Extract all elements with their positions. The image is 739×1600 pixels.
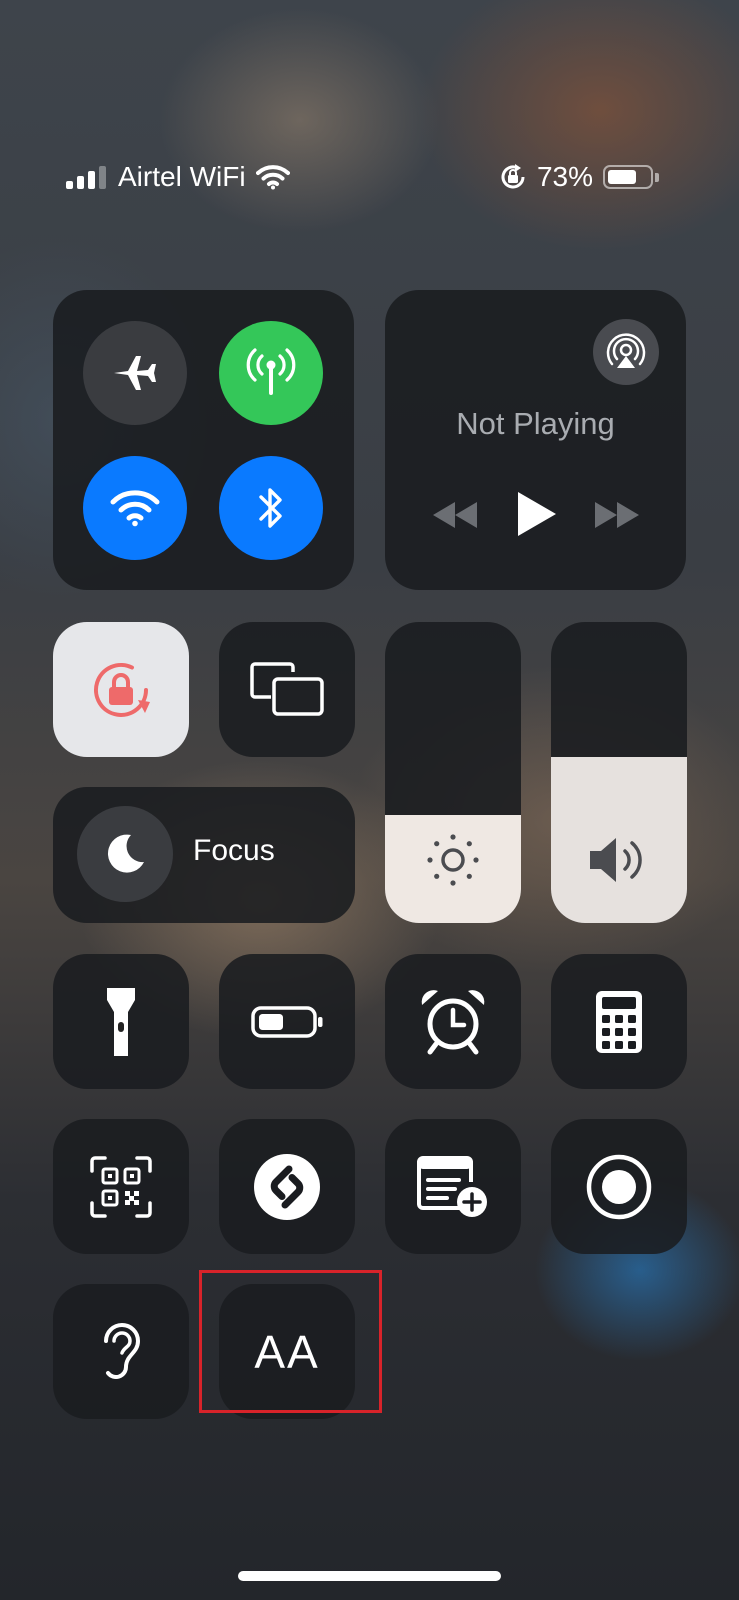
airplane-icon bbox=[114, 356, 156, 390]
calculator-icon bbox=[596, 990, 642, 1053]
volume-slider[interactable] bbox=[551, 622, 687, 923]
screen-mirroring-icon bbox=[250, 661, 324, 716]
wifi-icon bbox=[255, 165, 290, 190]
cellular-signal-icon bbox=[66, 165, 106, 189]
moon-icon bbox=[107, 834, 144, 873]
low-power-mode-icon bbox=[251, 1005, 323, 1038]
flashlight-icon bbox=[107, 987, 135, 1056]
status-bar-left: Airtel WiFi bbox=[66, 155, 290, 199]
brightness-slider[interactable] bbox=[385, 622, 521, 923]
brightness-icon bbox=[427, 834, 479, 886]
cellular-data-button[interactable] bbox=[219, 321, 323, 425]
bluetooth-button[interactable] bbox=[219, 456, 323, 560]
home-indicator[interactable] bbox=[238, 1571, 501, 1581]
shazam-icon bbox=[254, 1153, 320, 1220]
rotation-lock-icon bbox=[501, 164, 525, 189]
screen-recording-icon bbox=[586, 1154, 652, 1219]
flashlight-button[interactable] bbox=[53, 954, 189, 1089]
airplay-button[interactable] bbox=[593, 319, 659, 385]
bluetooth-icon bbox=[259, 488, 282, 528]
hearing-button[interactable] bbox=[53, 1284, 189, 1419]
status-bar-right: 73% bbox=[499, 155, 659, 199]
rewind-icon[interactable] bbox=[431, 500, 479, 530]
airplane-mode-button[interactable] bbox=[83, 321, 187, 425]
qr-code-scanner-icon bbox=[90, 1155, 152, 1218]
battery-icon bbox=[603, 165, 659, 189]
qr-code-scanner-button[interactable] bbox=[53, 1119, 189, 1254]
highlight-box bbox=[199, 1270, 382, 1413]
carrier-name: Airtel WiFi bbox=[118, 161, 246, 192]
play-icon[interactable] bbox=[514, 490, 558, 538]
airplay-icon bbox=[606, 333, 646, 368]
low-power-mode-button[interactable] bbox=[219, 954, 355, 1089]
screen-mirroring-button[interactable] bbox=[219, 622, 355, 757]
orientation-lock-icon bbox=[94, 662, 150, 717]
connectivity-panel bbox=[53, 290, 354, 590]
quick-note-button[interactable] bbox=[385, 1119, 521, 1254]
orientation-lock-button[interactable] bbox=[53, 622, 189, 757]
fast-forward-icon[interactable] bbox=[593, 500, 641, 530]
focus-moon-circle bbox=[77, 806, 173, 902]
hearing-icon bbox=[98, 1322, 144, 1383]
battery-percentage: 73% bbox=[536, 161, 593, 192]
antenna-icon bbox=[246, 348, 296, 395]
shazam-button[interactable] bbox=[219, 1119, 355, 1254]
wifi-button[interactable] bbox=[83, 456, 187, 560]
screen-recording-button[interactable] bbox=[551, 1119, 687, 1254]
battery-level bbox=[608, 170, 636, 184]
quick-note-icon bbox=[417, 1155, 487, 1217]
alarm-clock-icon bbox=[421, 989, 485, 1054]
calculator-button[interactable] bbox=[551, 954, 687, 1089]
alarm-button[interactable] bbox=[385, 954, 521, 1089]
now-playing-panel[interactable]: Not Playing bbox=[385, 290, 686, 590]
now-playing-title: Not Playing bbox=[456, 406, 615, 441]
speaker-icon bbox=[590, 838, 642, 882]
wifi-icon bbox=[110, 490, 160, 527]
focus-label: Focus bbox=[193, 834, 275, 867]
battery-nub bbox=[655, 173, 659, 182]
focus-button[interactable]: Focus bbox=[53, 787, 355, 923]
